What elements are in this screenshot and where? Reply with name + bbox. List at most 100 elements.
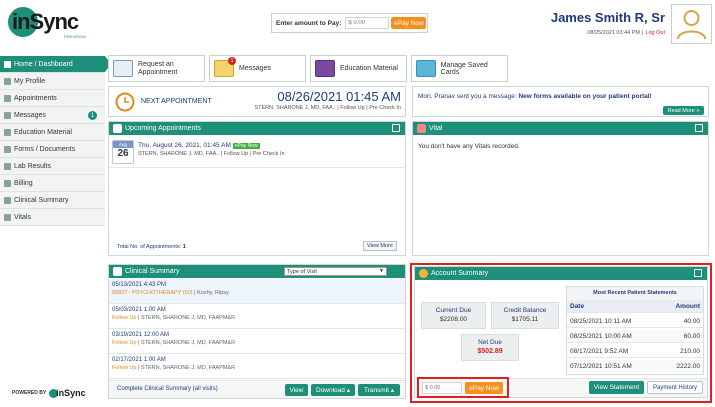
statement-date: 08/25/2021 10:00 AM bbox=[570, 332, 632, 340]
next-appointment-datetime: 08/26/2021 01:45 AM bbox=[277, 89, 401, 104]
panel-title: Upcoming Appointments bbox=[125, 125, 201, 132]
complete-clinical-summary-link[interactable]: Complete Clinical Summary (all visits) bbox=[117, 386, 218, 392]
sidebar-item-education[interactable]: Education Material bbox=[0, 124, 105, 141]
sidebar-item-billing[interactable]: Billing bbox=[0, 175, 105, 192]
entry-visit-type: Follow Up bbox=[112, 315, 137, 321]
visit-type-select[interactable]: Type of Visit ▼ bbox=[284, 267, 387, 276]
entry-provider: | STERN, SHARONE J, MD, FAAPM&R bbox=[136, 315, 236, 321]
header-epay-button[interactable]: ePay Now bbox=[391, 17, 427, 29]
messages-label: Messages bbox=[239, 65, 271, 72]
book-icon bbox=[4, 129, 11, 136]
statements-title: Most Recent Patient Statements bbox=[567, 287, 703, 300]
statement-row[interactable]: 07/12/2021 10:51 AM 2222.00 bbox=[567, 360, 703, 373]
appointment-epay-badge[interactable]: ePay Now bbox=[232, 142, 260, 149]
clinical-entry[interactable]: 02/17/2021 1:00 AM Follow Up | STERN, SH… bbox=[109, 354, 405, 379]
sidebar-item-label: Appointments bbox=[14, 94, 57, 102]
sidebar-item-profile[interactable]: My Profile bbox=[0, 73, 105, 90]
net-due-label: Net Due bbox=[478, 339, 502, 346]
sidebar-item-label: Education Material bbox=[14, 128, 72, 136]
sidebar-item-label: Vitals bbox=[14, 213, 31, 221]
books-icon bbox=[315, 60, 335, 77]
calendar-icon bbox=[4, 95, 11, 102]
entry-details: Follow Up | STERN, SHARONE J, MD, FAAPM&… bbox=[112, 365, 402, 371]
sidebar-item-label: Forms / Documents bbox=[14, 145, 76, 153]
edit-icon[interactable] bbox=[694, 269, 702, 277]
request-line1: Request an bbox=[138, 60, 174, 68]
request-line2: Appointment bbox=[138, 68, 178, 76]
entry-provider: | Koshy, Ripsy bbox=[192, 290, 229, 296]
appointment-date: Thu, August 26, 2021, 01:45 AM bbox=[138, 142, 231, 149]
statement-amount: 60.00 bbox=[683, 332, 700, 340]
view-statement-button[interactable]: View Statement bbox=[589, 381, 644, 394]
statement-amount: 210.00 bbox=[680, 347, 700, 355]
entry-visit-type: Follow Up bbox=[112, 365, 137, 371]
statement-row[interactable]: 08/25/2021 10:11 AM 40.00 bbox=[567, 315, 703, 328]
sidebar-item-appointments[interactable]: Appointments bbox=[0, 90, 105, 107]
clinical-entry[interactable]: 05/13/2021 4:43 PM 90837 - PSYCHOTHERAPY… bbox=[109, 279, 405, 304]
statements-table: Most Recent Patient Statements Date Amou… bbox=[566, 286, 704, 375]
header-meta: 08/25/2021 03:44 PM | Log Out bbox=[587, 30, 665, 36]
appointment-row[interactable]: Aug 26 Thu, August 26, 2021, 01:45 AM eP… bbox=[109, 136, 405, 168]
edit-icon[interactable] bbox=[695, 124, 703, 132]
statement-date: 08/25/2021 10:11 AM bbox=[570, 317, 632, 325]
clinical-summary-panel: Clinical Summary Type of Visit ▼ 05/13/2… bbox=[108, 264, 406, 399]
edit-icon[interactable] bbox=[392, 124, 400, 132]
entry-details: Follow Up | STERN, SHARONE J, MD, FAAPM&… bbox=[112, 315, 402, 321]
clinical-download-button[interactable]: Download ▴ bbox=[311, 384, 355, 396]
clinical-view-button[interactable]: View bbox=[285, 384, 308, 396]
clinical-transmit-button[interactable]: Transmit ▴ bbox=[358, 384, 400, 396]
clinical-entry[interactable]: 03/19/2021 12:00 AM Follow Up | STERN, S… bbox=[109, 329, 405, 354]
next-appointment-label: NEXT APPOINTMENT bbox=[141, 98, 212, 105]
heart-icon bbox=[4, 214, 11, 221]
sidebar-item-messages[interactable]: Messages 1 bbox=[0, 107, 105, 124]
current-due-label: Current Due bbox=[435, 307, 472, 314]
entry-provider: | STERN, SHARONE J, MD, FAAPM&R bbox=[136, 365, 236, 371]
statement-date: 08/17/2021 9:52 AM bbox=[570, 347, 629, 355]
account-pay-input[interactable] bbox=[422, 382, 462, 394]
clinical-entry[interactable]: 05/03/2021 1:00 AM Follow Up | STERN, SH… bbox=[109, 304, 405, 329]
statement-amount: 2222.00 bbox=[676, 363, 701, 370]
entry-date: 03/19/2021 12:00 AM bbox=[112, 332, 170, 338]
entry-date: 05/13/2021 4:43 PM bbox=[112, 282, 167, 288]
user-avatar-icon bbox=[677, 10, 706, 40]
clipboard-icon bbox=[113, 267, 122, 276]
message-banner-text: Mori, Pranav sent you a message: New for… bbox=[418, 93, 652, 100]
sidebar-item-clinical-summary[interactable]: Clinical Summary bbox=[0, 192, 105, 209]
payment-history-button[interactable]: Payment History bbox=[647, 381, 703, 394]
sidebar-item-forms[interactable]: Forms / Documents bbox=[0, 141, 105, 158]
read-more-button[interactable]: Read More » bbox=[663, 106, 704, 115]
statement-row[interactable]: 08/17/2021 9:52 AM 210.00 bbox=[567, 345, 703, 358]
message-subject-link[interactable]: New forms available on your patient port… bbox=[518, 93, 651, 100]
request-appointment-button[interactable]: Request an Appointment bbox=[108, 55, 205, 82]
messages-button[interactable]: 1 Messages bbox=[209, 55, 306, 82]
statement-row[interactable]: 08/25/2021 10:00 AM 60.00 bbox=[567, 330, 703, 343]
header-pay-input[interactable] bbox=[345, 17, 390, 29]
sidebar: Home / Dashboard My Profile Appointments… bbox=[0, 56, 111, 226]
sidebar-item-label: Messages bbox=[14, 111, 46, 119]
manage-saved-cards-button[interactable]: Manage Saved Cards bbox=[411, 55, 508, 82]
account-summary-panel: Account Summary Current Due $2208.00 Cre… bbox=[414, 266, 708, 398]
education-material-button[interactable]: Education Material bbox=[310, 55, 407, 82]
dollar-coin-icon bbox=[419, 269, 428, 278]
sidebar-item-label: My Profile bbox=[14, 77, 46, 85]
logo-text: inSync bbox=[12, 9, 79, 34]
powered-by-label: POWERED BY bbox=[12, 390, 47, 396]
account-summary-header: Account Summary bbox=[415, 267, 707, 280]
view-more-button[interactable]: View More bbox=[363, 241, 397, 251]
upcoming-appointments-header: Upcoming Appointments bbox=[109, 122, 405, 135]
header-pay-box: Enter amount to Pay: ePay Now bbox=[271, 13, 428, 33]
avatar[interactable] bbox=[671, 4, 712, 44]
logout-link[interactable]: Log Out bbox=[645, 30, 665, 36]
sidebar-item-vitals[interactable]: Vitals bbox=[0, 209, 105, 226]
next-appointment-details: STERN, SHARONE J, MD, FAA.. | Follow Up … bbox=[254, 105, 401, 111]
messages-count-badge: 1 bbox=[88, 111, 97, 120]
upcoming-appointments-panel: Upcoming Appointments Aug 26 Thu, August… bbox=[108, 121, 406, 256]
sidebar-item-lab-results[interactable]: Lab Results bbox=[0, 158, 105, 175]
visit-type-value: Type of Visit bbox=[287, 268, 317, 275]
net-due-value: $502.89 bbox=[477, 348, 503, 355]
statement-amount: 40.00 bbox=[683, 317, 700, 325]
account-epay-button[interactable]: ePay Now bbox=[465, 382, 503, 394]
sidebar-item-home[interactable]: Home / Dashboard bbox=[0, 56, 111, 73]
messages-badge: 1 bbox=[228, 57, 236, 65]
cards-label: Manage Saved Cards bbox=[440, 61, 488, 76]
